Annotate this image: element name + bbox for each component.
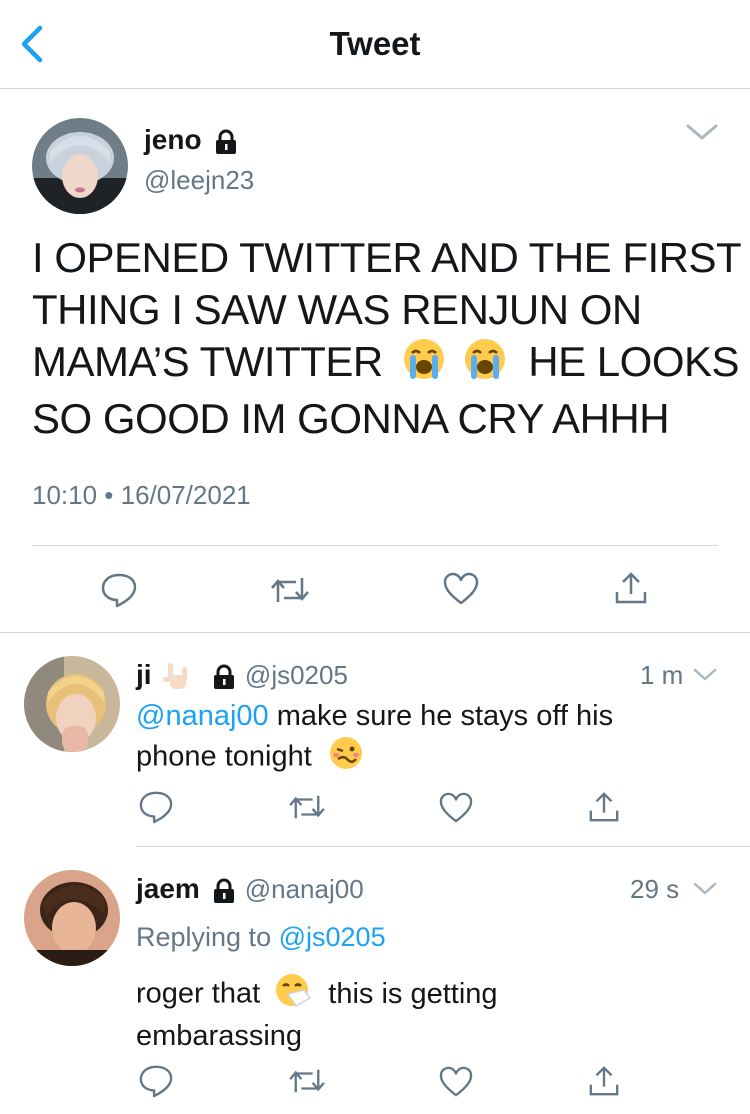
author-name: jeno — [144, 124, 202, 155]
divider — [0, 632, 750, 633]
reply-header: ji @js0205 — [136, 658, 348, 698]
reply-line-part: roger that — [136, 977, 261, 1010]
reply-line-part: this is getting — [328, 977, 498, 1010]
lock-icon — [214, 129, 238, 160]
tweet-line-part: HE LOOKS — [528, 338, 740, 385]
tweet-line: I OPENED TWITTER AND THE FIRST — [32, 234, 742, 281]
top-bar: Tweet — [0, 0, 750, 89]
reply-header: jaem @nanaj00 — [136, 872, 364, 909]
avatar[interactable] — [32, 118, 128, 214]
like-icon[interactable] — [438, 792, 474, 829]
tweet-line: THING I SAW WAS RENJUN ON — [32, 286, 642, 333]
timestamp: 10:10 • 16/07/2021 — [32, 480, 251, 510]
reply-line: @nanaj00 make sure he stays off his — [136, 698, 613, 735]
crying-emoji-icon — [402, 337, 446, 393]
crying-emoji-icon — [463, 337, 507, 393]
chevron-down-icon[interactable] — [692, 666, 718, 689]
reply-line-part: phone tonight — [136, 740, 312, 773]
retweet-icon[interactable] — [288, 792, 326, 827]
reply-text: @nanaj00 make sure he stays off his phon… — [136, 698, 613, 781]
reply-author-handle: @nanaj00 — [244, 874, 364, 904]
reply-text: roger that this is getting embarassing — [136, 972, 498, 1055]
reply-icon[interactable] — [138, 790, 174, 829]
page-title: Tweet — [329, 25, 421, 62]
love-you-gesture-icon — [162, 661, 192, 698]
like-icon[interactable] — [438, 1066, 474, 1103]
tweet-line: MAMA’S TWITTER HE LOOKS — [32, 336, 741, 393]
reply-line: roger that this is getting — [136, 972, 498, 1018]
tweet-line: SO GOOD IM GONNA CRY AHHH — [32, 394, 670, 442]
reply-author-name: jaem — [136, 873, 200, 904]
reply-author-name: ji — [136, 659, 152, 690]
reply-line: phone tonight — [136, 735, 613, 781]
reply-line-part: make sure he stays off his — [276, 700, 614, 732]
retweet-icon[interactable] — [288, 1066, 326, 1101]
like-icon[interactable] — [442, 572, 480, 611]
share-icon[interactable] — [588, 790, 620, 829]
share-icon[interactable] — [614, 570, 648, 611]
reply-line: embarassing — [136, 1020, 303, 1052]
divider — [136, 846, 750, 847]
author-handle: @leejn23 — [144, 165, 255, 195]
reply-icon[interactable] — [100, 572, 138, 613]
reply-time: 29 s — [630, 874, 680, 904]
reply-icon[interactable] — [138, 1064, 174, 1103]
avatar[interactable] — [24, 656, 120, 752]
divider — [32, 545, 718, 546]
mention-link[interactable]: @js0205 — [279, 922, 386, 952]
lock-icon — [212, 878, 236, 909]
sneezing-face-icon — [274, 972, 312, 1018]
tweet-line-part: MAMA’S TWITTER — [32, 338, 383, 385]
chevron-down-icon[interactable] — [684, 120, 720, 149]
reply-time: 1 m — [640, 660, 684, 690]
chevron-down-icon[interactable] — [692, 880, 718, 903]
author-row: jeno — [144, 123, 238, 160]
replying-to: Replying to @js0205 — [136, 922, 386, 953]
lock-icon — [212, 664, 236, 695]
retweet-icon[interactable] — [270, 574, 310, 611]
woozy-face-icon — [328, 735, 364, 781]
replying-to-label: Replying to — [136, 922, 272, 952]
share-icon[interactable] — [588, 1064, 620, 1103]
mention-link[interactable]: @nanaj00 — [136, 700, 269, 732]
reply-author-handle: @js0205 — [244, 660, 348, 690]
avatar[interactable] — [24, 870, 120, 966]
tweet-text: I OPENED TWITTER AND THE FIRST THING I S… — [32, 232, 742, 445]
